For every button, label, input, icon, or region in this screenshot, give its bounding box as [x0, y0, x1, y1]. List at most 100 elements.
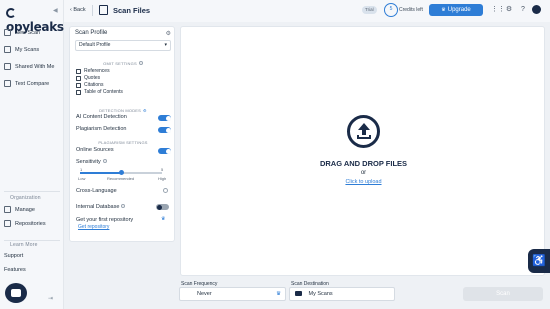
cross-language-label: Cross-Language: [76, 188, 117, 194]
sidebar: opyleaks ◀ New Scan My Scans Shared With…: [0, 0, 64, 309]
divider: [4, 191, 60, 192]
scan-file-icon: [99, 5, 108, 15]
sidebar-item-features[interactable]: Features: [4, 267, 26, 273]
info-icon: [121, 204, 126, 208]
help-icon[interactable]: ?: [519, 6, 527, 14]
scan-button[interactable]: Scan: [463, 287, 543, 301]
chevron-down-icon: ▾: [164, 42, 167, 48]
sidebar-item-label: New Scan: [15, 29, 41, 36]
ai-detection-toggle[interactable]: [158, 115, 171, 121]
info-icon: [138, 61, 143, 65]
credits-counter: 5: [384, 3, 398, 17]
sidebar-item-label: Manage: [15, 206, 35, 213]
checkbox-label: Quotes: [84, 75, 101, 81]
omit-quotes-checkbox[interactable]: Quotes: [76, 75, 100, 81]
omit-citations-checkbox[interactable]: Citations: [76, 82, 103, 88]
dropzone-or: or: [360, 170, 367, 176]
compare-icon: [4, 80, 11, 87]
internal-database-toggle[interactable]: [156, 204, 169, 210]
sidebar-item-support[interactable]: Support: [4, 253, 23, 259]
sidebar-item-label: Text Compare: [15, 80, 50, 87]
new-scan-icon: [4, 29, 11, 36]
back-button[interactable]: ‹ Back: [70, 7, 86, 13]
checkbox-icon: [76, 68, 81, 74]
checkbox-icon: [76, 82, 81, 88]
checkbox-label: Citations: [84, 82, 104, 88]
profile-select[interactable]: Default Profile ▾: [75, 40, 171, 51]
sensitivity-label: Sensitivity: [76, 159, 107, 165]
checkbox-label: Table of Contents: [84, 89, 123, 95]
plagiarism-settings-heading: PLAGIARISM SETTINGS: [98, 140, 148, 145]
divider: [4, 240, 60, 241]
sensitivity-low-label: Low: [78, 176, 86, 181]
sidebar-item-label: Shared With Me: [15, 63, 55, 70]
shared-icon: [4, 63, 11, 70]
sidebar-item-new-scan[interactable]: New Scan: [4, 29, 40, 36]
scan-frequency-select[interactable]: Never ♛: [179, 287, 286, 301]
checkbox-icon: [76, 89, 81, 95]
expand-sidebar-icon[interactable]: ⇥: [48, 295, 53, 302]
sidebar-item-shared[interactable]: Shared With Me: [4, 63, 54, 70]
scan-profile-title: Scan Profile: [75, 30, 108, 36]
upgrade-button[interactable]: ♛ Upgrade: [429, 4, 483, 16]
cross-language-settings-icon[interactable]: [163, 188, 168, 193]
sidebar-item-text-compare[interactable]: Text Compare: [4, 80, 49, 87]
sidebar-item-label: Features: [4, 267, 26, 273]
internal-database-label: Internal Database: [76, 204, 126, 210]
sensitivity-slider-fill: [80, 172, 121, 174]
dropzone-title: DRAG AND DROP FILES: [319, 159, 408, 168]
info-icon: [102, 159, 107, 163]
sidebar-item-manage[interactable]: Manage: [4, 206, 35, 213]
profile-settings-icon[interactable]: ⚙: [166, 30, 171, 37]
online-sources-toggle[interactable]: [158, 148, 171, 154]
sensitivity-slider-handle[interactable]: [118, 170, 124, 175]
checkbox-label: References: [84, 68, 110, 74]
omit-toc-checkbox[interactable]: Table of Contents: [76, 89, 123, 95]
accessibility-icon[interactable]: ♿: [528, 249, 550, 273]
user-avatar[interactable]: [532, 5, 541, 14]
detection-modes-heading: DETECTION MODES ⚙: [99, 108, 147, 113]
scan-destination-value: My Scans: [308, 291, 333, 297]
sensitivity-high-label: High: [158, 176, 167, 181]
upload-icon: [347, 115, 380, 148]
organization-heading: Organization: [10, 195, 41, 201]
crown-icon: ♛: [276, 291, 281, 297]
sidebar-item-label: Support: [4, 253, 24, 259]
folder-icon: [295, 290, 302, 296]
sidebar-item-my-scans[interactable]: My Scans: [4, 46, 39, 53]
sensitivity-recommended-label: Recommended: [107, 176, 135, 181]
ai-detection-label: AI Content Detection: [76, 114, 127, 120]
crown-icon: ♛: [441, 7, 446, 13]
repository-icon: [4, 220, 11, 227]
scan-profile-panel: Scan Profile ⚙ Default Profile ▾ OMIT SE…: [69, 26, 175, 242]
sidebar-item-label: My Scans: [15, 46, 40, 53]
scan-frequency-value: Never: [197, 291, 212, 297]
back-label: Back: [73, 7, 86, 13]
sidebar-item-repositories[interactable]: Repositories: [4, 220, 46, 227]
learn-more-heading: Learn More: [10, 242, 38, 248]
online-sources-label: Online Sources: [76, 147, 114, 153]
plagiarism-detection-label: Plagiarism Detection: [76, 126, 127, 132]
upgrade-label: Upgrade: [447, 7, 471, 13]
settings-icon: ⚙: [143, 108, 147, 113]
chat-widget-icon[interactable]: [5, 283, 27, 303]
checkbox-icon: [76, 75, 81, 81]
collapse-sidebar-icon[interactable]: ◀: [53, 7, 58, 14]
scan-destination-select[interactable]: My Scans: [289, 287, 395, 301]
repository-promo-label: Get your first repository: [76, 217, 134, 223]
page-title: Scan Files: [113, 6, 151, 15]
divider: [92, 5, 93, 16]
trial-badge: Trial: [362, 6, 377, 14]
crown-icon: ♛: [161, 216, 166, 222]
manage-icon: [4, 206, 11, 213]
get-repository-link[interactable]: Get repository: [78, 224, 109, 230]
apps-grid-icon[interactable]: ⋮⋮: [491, 6, 505, 14]
profile-select-value: Default Profile: [79, 42, 111, 48]
omit-settings-heading: OMIT SETTINGS: [70, 61, 176, 66]
scans-icon: [4, 46, 11, 53]
settings-icon[interactable]: ⚙: [505, 6, 513, 14]
file-dropzone[interactable]: DRAG AND DROP FILES or Click to upload: [180, 26, 545, 276]
plagiarism-detection-toggle[interactable]: [158, 127, 171, 133]
click-to-upload-link[interactable]: Click to upload: [181, 179, 546, 185]
omit-references-checkbox[interactable]: References: [76, 68, 110, 74]
